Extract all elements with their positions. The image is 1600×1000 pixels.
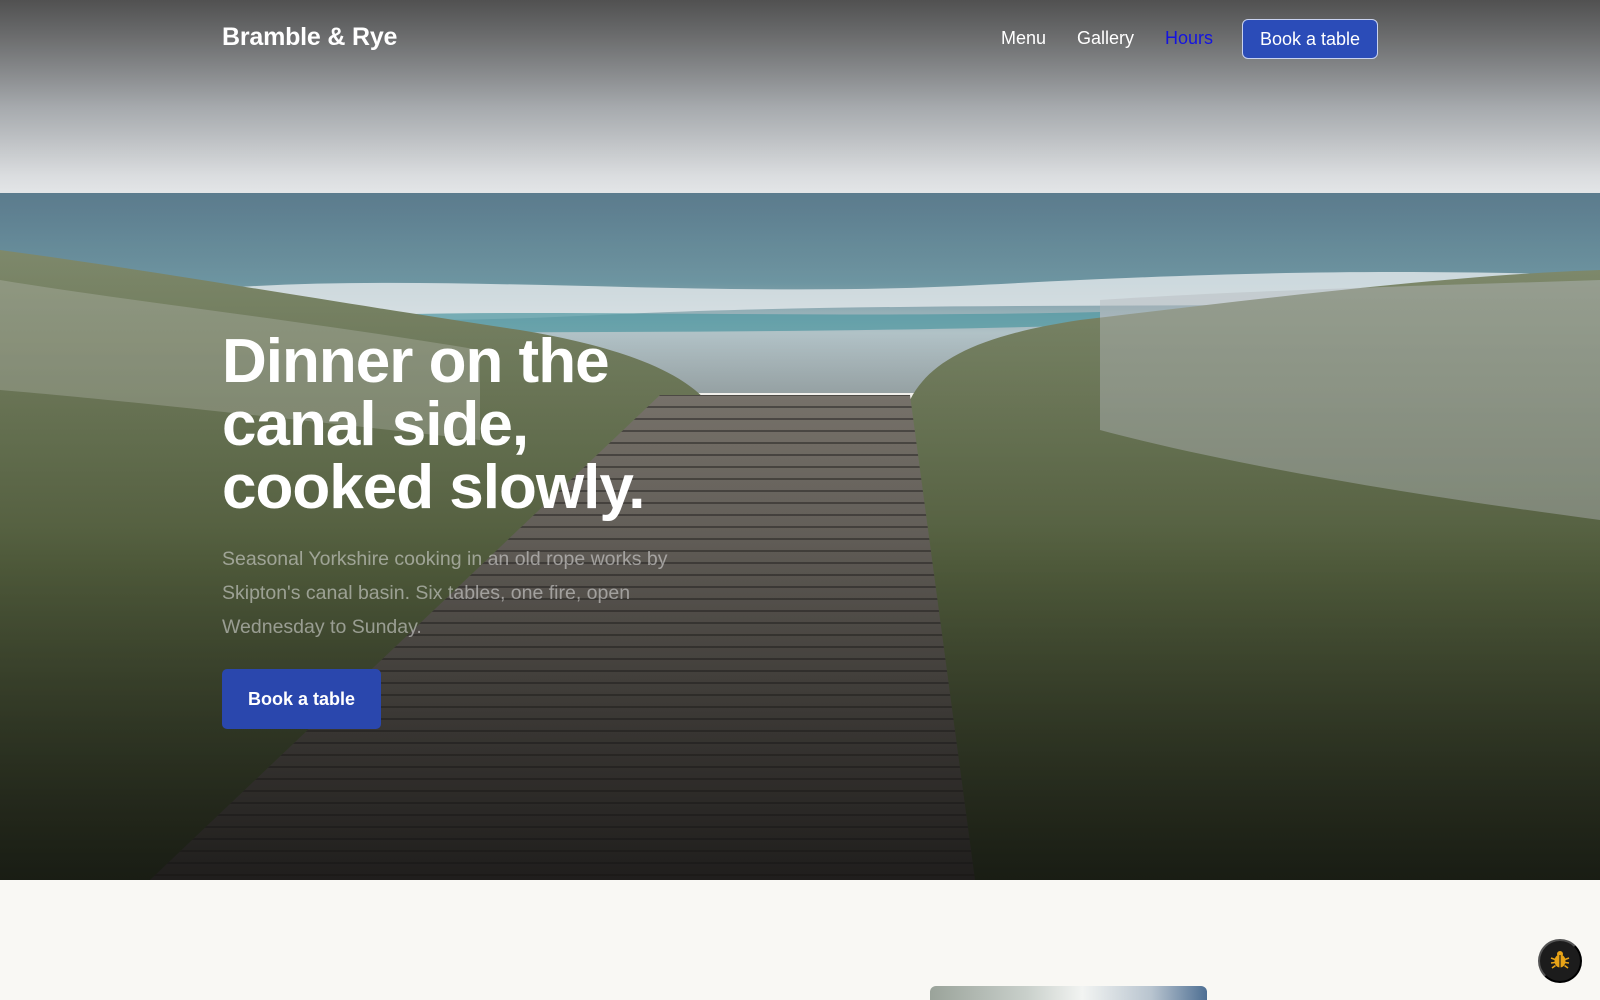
headline-line-3: cooked slowly.	[222, 453, 645, 522]
header-book-table-button[interactable]: Book a table	[1242, 19, 1378, 59]
headline-line-2: canal side,	[222, 390, 529, 459]
hero-headline: Dinner on the canal side, cooked slowly.	[222, 330, 782, 519]
hero-subtext: Seasonal Yorkshire cooking in an old rop…	[222, 548, 668, 638]
nav-link-gallery[interactable]: Gallery	[1077, 28, 1134, 49]
hero-section: Bramble & Rye Menu Gallery Hours Book a …	[0, 0, 1600, 880]
bug-report-button[interactable]	[1538, 939, 1582, 983]
headline-line-1: Dinner on the	[222, 327, 610, 396]
content-section	[0, 880, 1600, 1000]
site-header: Bramble & Rye Menu Gallery Hours Book a …	[0, 0, 1600, 78]
nav-link-hours[interactable]: Hours	[1165, 28, 1213, 49]
brand-logo[interactable]: Bramble & Rye	[222, 23, 397, 52]
bug-icon	[1548, 948, 1572, 975]
section-image-preview	[930, 986, 1207, 1000]
hero-book-table-button[interactable]: Book a table	[222, 669, 381, 729]
nav-link-menu[interactable]: Menu	[1001, 28, 1046, 49]
